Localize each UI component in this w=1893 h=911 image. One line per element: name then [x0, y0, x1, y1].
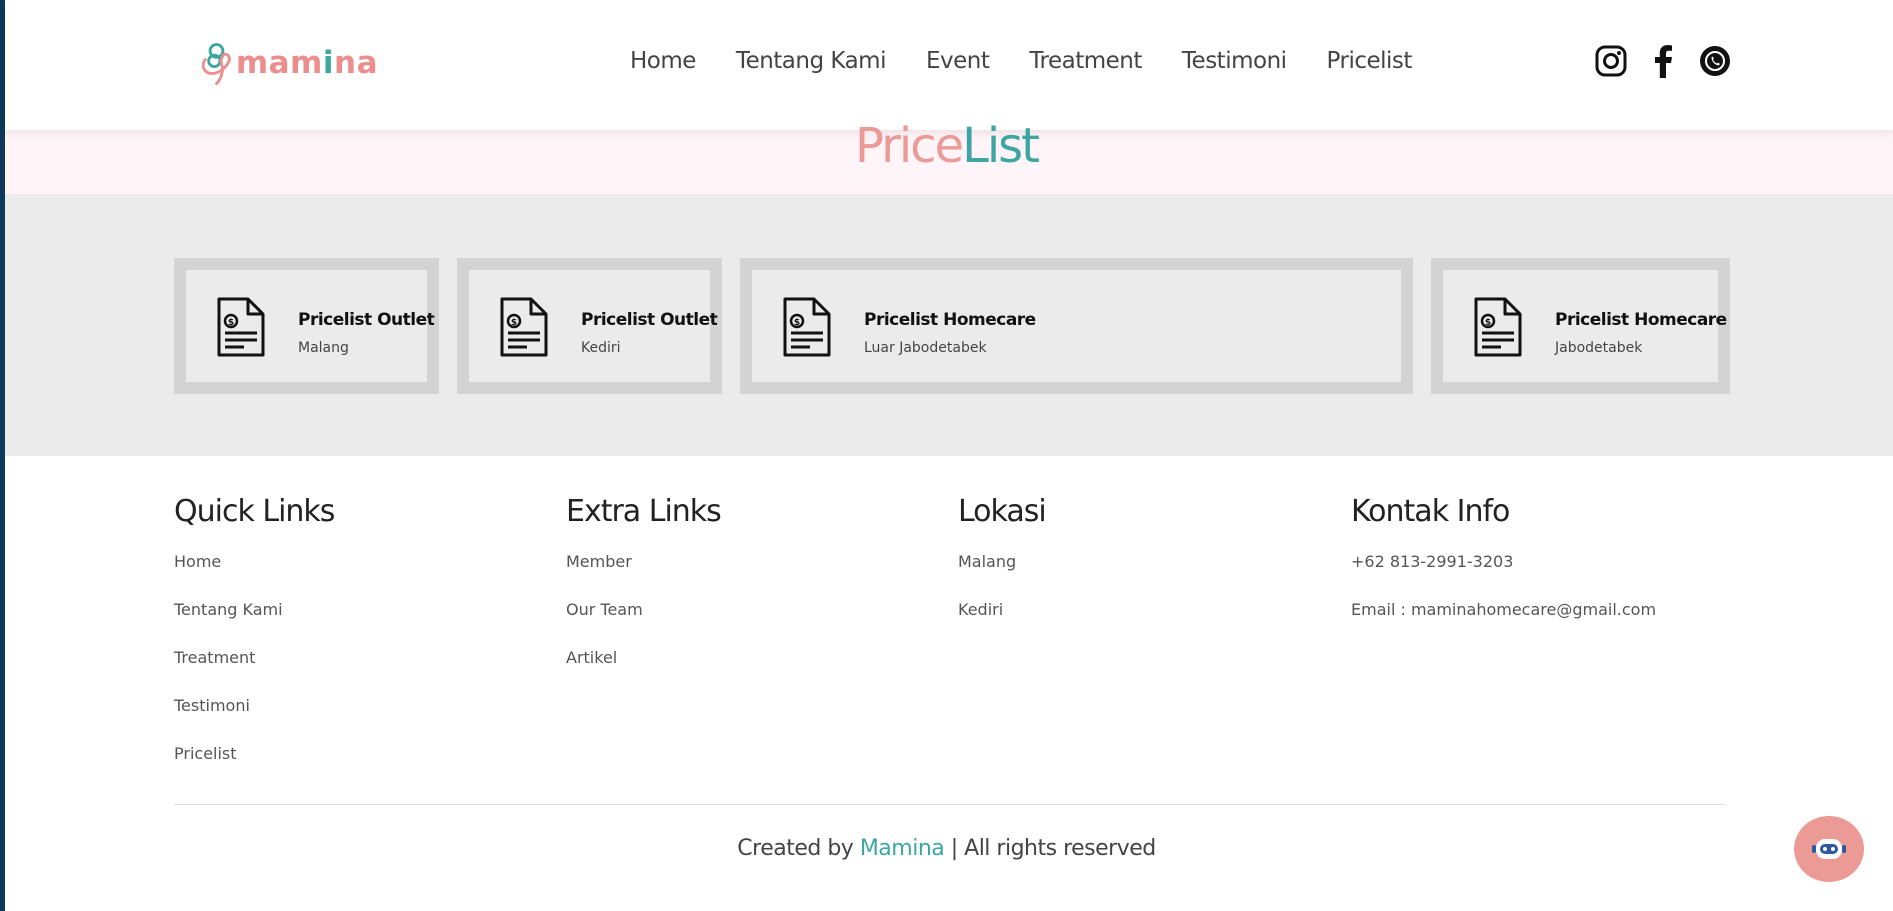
card-title: Pricelist Outlet	[581, 310, 718, 330]
card-title: Pricelist Homecare	[1555, 310, 1727, 330]
footer-divider	[174, 804, 1725, 805]
page-title-part1: Price	[855, 118, 964, 174]
pricelist-card-luar-jabodetabek[interactable]: $ Pricelist Homecare Luar Jabodetabek	[740, 258, 1413, 394]
social-links	[1595, 44, 1731, 78]
footer-link-member[interactable]: Member	[566, 551, 721, 599]
svg-text:$: $	[228, 318, 234, 328]
footer-link-artikel[interactable]: Artikel	[566, 647, 721, 695]
nav-testimoni[interactable]: Testimoni	[1182, 48, 1287, 74]
price-document-icon: $	[217, 297, 265, 357]
card-title: Pricelist Homecare	[864, 310, 1036, 330]
footer-location-malang[interactable]: Malang	[958, 551, 1046, 599]
facebook-icon[interactable]	[1647, 44, 1679, 78]
chatbot-icon	[1812, 839, 1846, 859]
nav-tentang-kami[interactable]: Tentang Kami	[736, 48, 887, 74]
logo[interactable]: mamina	[198, 28, 378, 98]
footer-link-tentang-kami[interactable]: Tentang Kami	[174, 599, 334, 647]
pricelist-card-kediri[interactable]: $ Pricelist Outlet Kediri	[457, 258, 722, 394]
card-subtitle: Luar Jabodetabek	[864, 340, 987, 356]
price-document-icon: $	[783, 297, 831, 357]
chat-bot-button[interactable]	[1794, 816, 1864, 882]
logo-mark-icon	[201, 43, 231, 86]
copyright-text: Created by Mamina | All rights reserved	[0, 836, 1893, 861]
card-title: Pricelist Outlet	[298, 310, 435, 330]
footer-link-pricelist[interactable]: Pricelist	[174, 743, 334, 791]
instagram-icon[interactable]	[1595, 44, 1627, 78]
footer-lokasi: Lokasi Malang Kediri	[958, 494, 1047, 647]
copyright-prefix: Created by	[737, 836, 860, 861]
footer-heading: Lokasi	[958, 494, 1047, 529]
copyright-suffix: | All rights reserved	[944, 836, 1157, 861]
pricelist-cards-section: $ Pricelist Outlet Malang $ Pricelist Ou…	[5, 194, 1893, 456]
footer-link-home[interactable]: Home	[174, 551, 334, 599]
page-title: PriceList	[0, 118, 1893, 174]
card-subtitle: Malang	[298, 340, 349, 356]
price-document-icon: $	[500, 297, 548, 357]
logo-text: mamina	[235, 45, 378, 81]
site-header: mamina Home Tentang Kami Event Treatment…	[5, 0, 1893, 130]
footer-quick-links: Quick Links Home Tentang Kami Treatment …	[174, 494, 335, 791]
footer-email[interactable]: Email : maminahomecare@gmail.com	[1351, 599, 1656, 647]
page-title-part2: List	[962, 118, 1040, 174]
whatsapp-icon[interactable]	[1699, 44, 1731, 78]
svg-text:$: $	[1485, 318, 1491, 328]
nav-treatment[interactable]: Treatment	[1029, 48, 1142, 74]
card-subtitle: Jabodetabek	[1555, 340, 1643, 356]
footer-link-testimoni[interactable]: Testimoni	[174, 695, 334, 743]
nav-event[interactable]: Event	[926, 48, 990, 74]
svg-text:$: $	[511, 318, 517, 328]
nav-pricelist[interactable]: Pricelist	[1327, 48, 1413, 74]
footer-link-our-team[interactable]: Our Team	[566, 599, 721, 647]
footer-location-kediri[interactable]: Kediri	[958, 599, 1046, 647]
footer-heading: Kontak Info	[1351, 494, 1510, 529]
footer-extra-links: Extra Links Member Our Team Artikel	[566, 494, 722, 695]
footer-kontak-info: Kontak Info +62 813-2991-3203 Email : ma…	[1351, 494, 1656, 647]
svg-text:$: $	[794, 318, 800, 328]
main-nav: Home Tentang Kami Event Treatment Testim…	[630, 48, 1452, 74]
pricelist-card-jabodetabek[interactable]: $ Pricelist Homecare Jabodetabek	[1431, 258, 1730, 394]
nav-home[interactable]: Home	[630, 48, 696, 74]
price-document-icon: $	[1474, 297, 1522, 357]
footer-phone[interactable]: +62 813-2991-3203	[1351, 551, 1656, 599]
footer-heading: Extra Links	[566, 494, 722, 529]
pricelist-card-malang[interactable]: $ Pricelist Outlet Malang	[174, 258, 439, 394]
footer-heading: Quick Links	[174, 494, 335, 529]
copyright-brand-link[interactable]: Mamina	[860, 836, 945, 861]
card-subtitle: Kediri	[581, 340, 621, 356]
footer-link-treatment[interactable]: Treatment	[174, 647, 334, 695]
